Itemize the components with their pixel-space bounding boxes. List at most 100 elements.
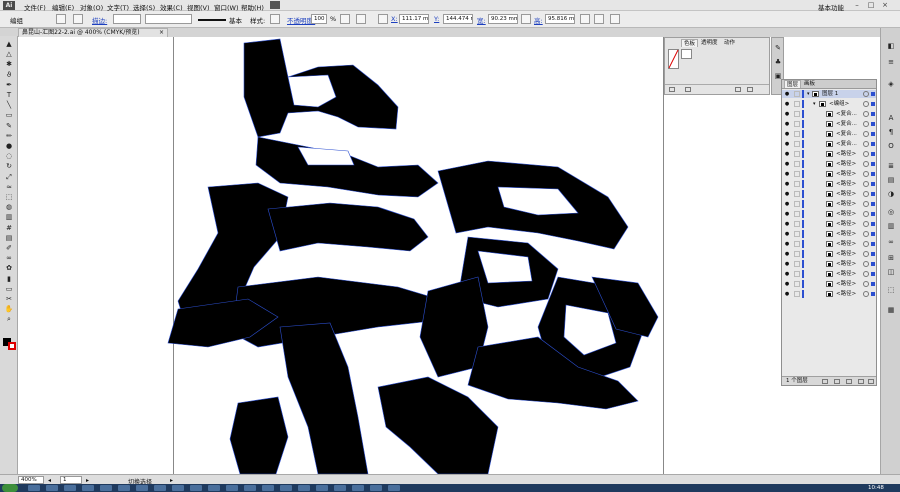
delete-swatch-icon[interactable] [747,87,753,92]
close-tab-icon[interactable]: × [159,29,164,37]
delete-layer-icon[interactable] [868,379,874,384]
document-tab[interactable]: 鼻昆山-汇图22-2.ai @ 400% (CMYK/预览) × [18,28,168,37]
layer-row[interactable]: ● <路径> [782,150,876,158]
paintbrush-tool-icon[interactable]: ✎ [3,122,15,131]
lock-toggle[interactable] [794,141,800,147]
calligraphy-artwork[interactable] [18,37,880,474]
new-layer-icon[interactable] [858,379,864,384]
target-circle-icon[interactable] [863,121,869,127]
color-guide-icon[interactable]: ≡ [886,58,896,67]
target-circle-icon[interactable] [863,191,869,197]
registration-swatch[interactable] [681,49,692,59]
selection-indicator[interactable] [871,242,875,246]
taskbar-app-icon[interactable] [64,485,76,491]
taskbar-app-icon[interactable] [136,485,148,491]
links-icon[interactable]: ∞ [886,238,896,247]
layer-row[interactable]: ● <路径> [782,160,876,168]
width-label[interactable]: 宽: [477,15,486,25]
target-circle-icon[interactable] [863,221,869,227]
control-panel-menu-icon[interactable] [610,14,620,24]
height-label[interactable]: 高: [534,15,543,25]
visibility-eye-icon[interactable]: ● [784,151,790,157]
brushes-icon[interactable]: ✎ [773,44,783,53]
fill-swatch[interactable] [56,14,66,24]
layer-row[interactable]: ● <路径> [782,270,876,278]
zoom-field[interactable]: 400% [18,476,44,484]
target-circle-icon[interactable] [863,101,869,107]
height-field[interactable]: 95.816 mm [545,14,575,24]
layer-row[interactable]: ● <路径> [782,200,876,208]
taskbar-app-icon[interactable] [298,485,310,491]
taskbar-app-icon[interactable] [100,485,112,491]
taskbar-app-icon[interactable] [280,485,292,491]
layer-row[interactable]: ● <路径> [782,290,876,298]
lock-toggle[interactable] [794,231,800,237]
selection-indicator[interactable] [871,122,875,126]
y-field[interactable]: 144.474 mm [443,14,473,24]
rotate-tool-icon[interactable]: ↻ [3,162,15,171]
visibility-eye-icon[interactable]: ● [784,191,790,197]
selection-indicator[interactable] [871,182,875,186]
artboards-icon[interactable]: ▦ [886,306,896,315]
opacity-field[interactable]: 100 [311,14,327,24]
direct-selection-tool-icon[interactable]: △ [3,50,15,59]
target-circle-icon[interactable] [863,231,869,237]
layer-row[interactable]: ● <路径> [782,210,876,218]
variable-width-field[interactable] [145,14,192,24]
lock-toggle[interactable] [794,251,800,257]
visibility-eye-icon[interactable]: ● [784,161,790,167]
visibility-eye-icon[interactable]: ● [784,251,790,257]
locate-object-icon[interactable] [822,379,828,384]
x-label[interactable]: X: [391,15,398,23]
visibility-eye-icon[interactable]: ● [784,211,790,217]
taskbar-app-icon[interactable] [262,485,274,491]
lock-toggle[interactable] [794,171,800,177]
lock-toggle[interactable] [794,261,800,267]
visibility-eye-icon[interactable]: ● [784,121,790,127]
stroke-label[interactable]: 描边: [92,15,107,25]
make-clipping-mask-icon[interactable] [834,379,840,384]
taskbar-app-icon[interactable] [154,485,166,491]
lock-toggle[interactable] [794,211,800,217]
target-circle-icon[interactable] [863,211,869,217]
visibility-eye-icon[interactable]: ● [784,131,790,137]
selection-indicator[interactable] [871,272,875,276]
taskbar-app-icon[interactable] [226,485,238,491]
paragraph-icon[interactable]: ¶ [886,128,896,137]
layer-row[interactable]: ● <路径> [782,240,876,248]
tab-transparency[interactable]: 透明度 [699,39,720,47]
lock-toggle[interactable] [794,201,800,207]
target-circle-icon[interactable] [863,251,869,257]
lock-toggle[interactable] [794,121,800,127]
type-tool-icon[interactable]: T [3,91,15,100]
taskbar-app-icon[interactable] [172,485,184,491]
artboard-tool-icon[interactable]: ▭ [3,285,15,294]
selection-indicator[interactable] [871,192,875,196]
transform-icon[interactable]: ⬚ [886,286,896,295]
zoom-tool-icon[interactable]: ⌕ [3,315,15,324]
taskbar-explorer-icon[interactable] [28,485,40,491]
blend-tool-icon[interactable]: ∞ [3,254,15,263]
next-artboard-icon[interactable]: ▸ [86,477,89,484]
pencil-tool-icon[interactable]: ✏ [3,132,15,141]
visibility-eye-icon[interactable]: ● [784,201,790,207]
layer-row[interactable]: ● <路径> [782,260,876,268]
bridge-icon[interactable] [270,1,280,9]
lock-toggle[interactable] [794,91,800,97]
visibility-eye-icon[interactable]: ● [784,101,790,107]
selection-indicator[interactable] [871,212,875,216]
y-label[interactable]: Y: [434,15,439,23]
layer-row[interactable]: ● ▾ <编组> [782,100,876,108]
lock-toggle[interactable] [794,241,800,247]
symbol-sprayer-tool-icon[interactable]: ✿ [3,264,15,273]
symbols-icon[interactable]: ♣ [773,58,783,67]
lock-toggle[interactable] [794,281,800,287]
target-circle-icon[interactable] [863,271,869,277]
tab-artboards[interactable]: 画板 [802,80,817,88]
selection-indicator[interactable] [871,222,875,226]
stroke-color-swatch[interactable] [8,342,16,350]
target-circle-icon[interactable] [863,181,869,187]
scale-tool-icon[interactable]: ⤢ [3,173,15,182]
reference-point-icon[interactable] [378,14,388,24]
lock-toggle[interactable] [794,271,800,277]
